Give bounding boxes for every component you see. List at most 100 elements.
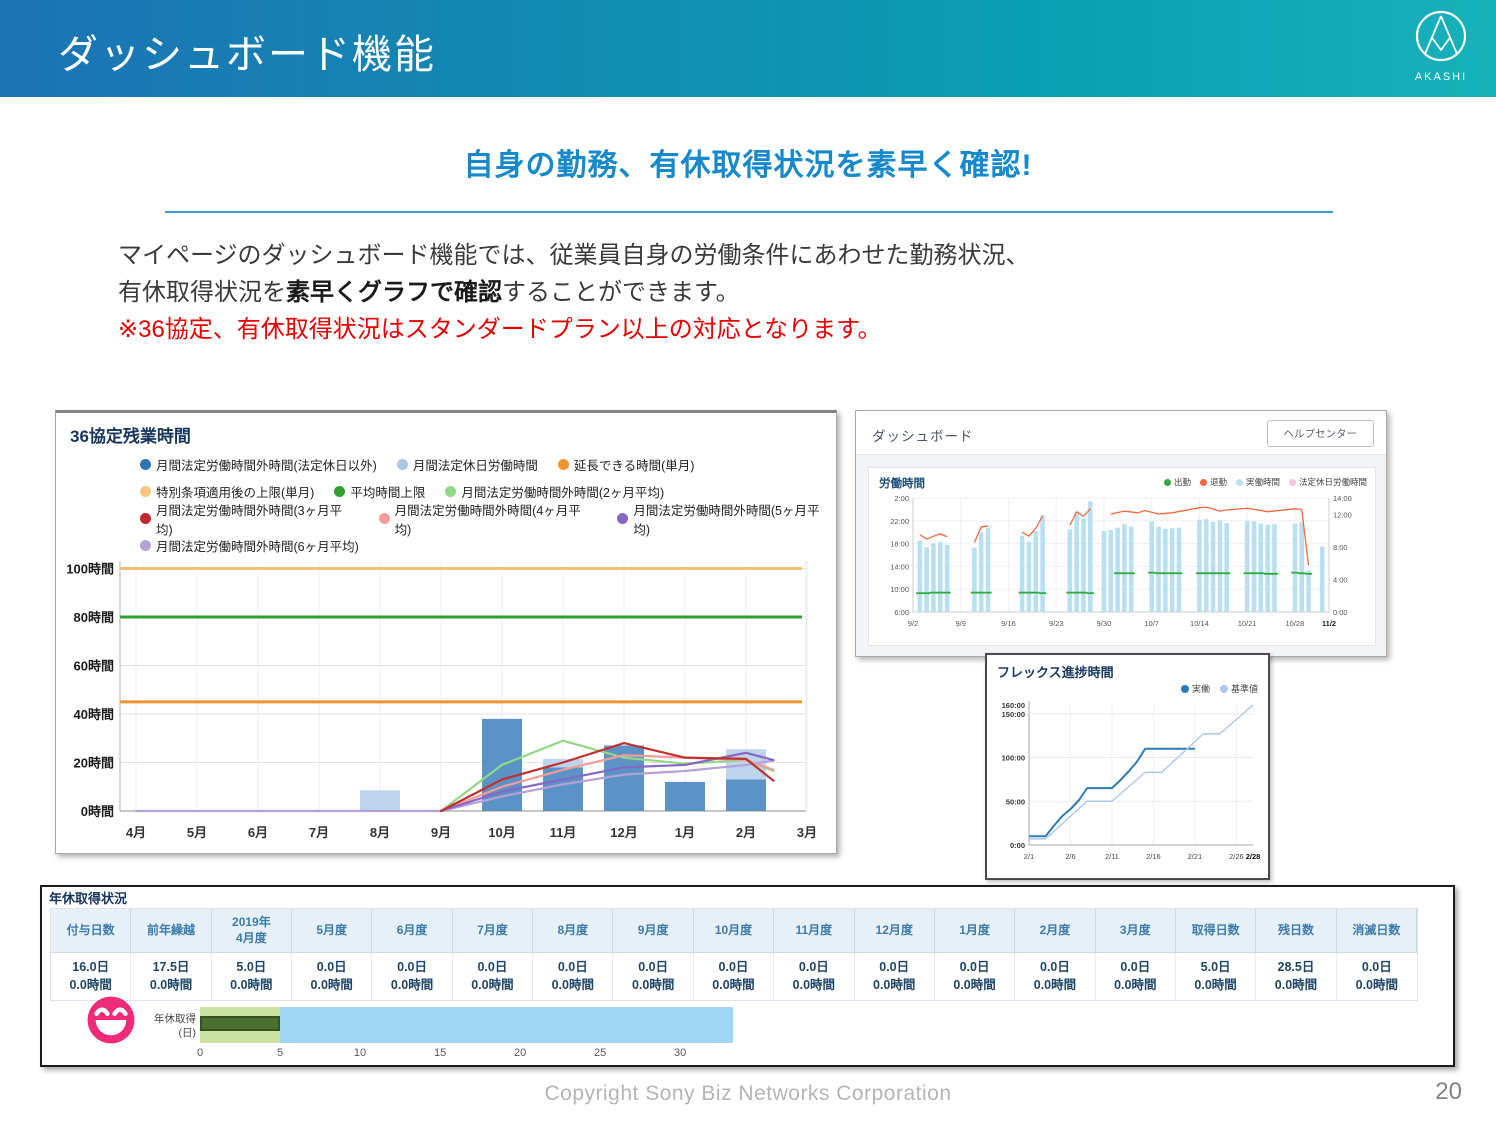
svg-text:150:00: 150:00	[1002, 710, 1025, 719]
svg-text:6月: 6月	[248, 825, 268, 840]
vacation-col-header: 2月度	[1015, 909, 1095, 953]
vacation-cell: 17.5日0.0時間	[131, 953, 211, 1000]
vacation-days-value: 5.0日	[1178, 959, 1253, 977]
gauge-tick-label: 5	[277, 1047, 283, 1059]
svg-text:22:00: 22:00	[890, 517, 909, 526]
vacation-col-header: 取得日数	[1176, 909, 1256, 953]
legend-item: 出勤	[1164, 476, 1191, 488]
vacation-table: 付与日数前年繰越2019年 4月度5月度6月度7月度8月度9月度10月度11月度…	[50, 908, 1418, 1001]
svg-text:10/21: 10/21	[1238, 619, 1257, 628]
vacation-col-header: 2019年 4月度	[212, 909, 292, 953]
akashi-logo: AKASHI	[1402, 8, 1480, 92]
vacation-status-panel: 年休取得状況 付与日数前年繰越2019年 4月度5月度6月度7月度8月度9月度1…	[40, 885, 1455, 1067]
vacation-cell: 28.5日0.0時間	[1256, 953, 1336, 1000]
intro-line2-post: することができます。	[502, 279, 740, 306]
vacation-cell: 0.0日0.0時間	[774, 953, 854, 1000]
vacation-hours-value: 0.0時間	[294, 977, 369, 995]
vacation-col-header: 11月度	[774, 909, 854, 953]
vacation-cell: 0.0日0.0時間	[1096, 953, 1176, 1000]
svg-text:10/28: 10/28	[1286, 619, 1305, 628]
vacation-col-header: 8月度	[533, 909, 613, 953]
vacation-days-value: 16.0日	[53, 959, 128, 977]
vacation-gauge	[200, 1007, 733, 1043]
legend-dot-icon	[1181, 685, 1189, 693]
legend-label: 実働時間	[1246, 476, 1280, 488]
svg-text:11/2: 11/2	[1322, 619, 1336, 628]
flex-progress-legend: 実働基準値	[1181, 682, 1258, 695]
vacation-hours-value: 0.0時間	[133, 977, 208, 995]
svg-text:2/6: 2/6	[1065, 852, 1075, 861]
svg-text:10/14: 10/14	[1190, 619, 1209, 628]
working-hours-chart: 2:0022:0018:0014:0010:006:009/29/99/169/…	[869, 494, 1375, 642]
vacation-cell: 0.0日0.0時間	[533, 953, 613, 1000]
vacation-cell: 0.0日0.0時間	[855, 953, 935, 1000]
vacation-hours-value: 0.0時間	[1339, 977, 1415, 995]
vacation-cell: 0.0日0.0時間	[292, 953, 372, 1000]
svg-text:0時間: 0時間	[81, 804, 114, 819]
svg-text:9月: 9月	[431, 825, 451, 840]
vacation-cell: 5.0日0.0時間	[212, 953, 292, 1000]
gauge-label: 年休取得 (日)	[138, 1013, 196, 1040]
vacation-cell: 0.0日0.0時間	[694, 953, 774, 1000]
vacation-hours-value: 0.0時間	[1098, 977, 1173, 995]
vacation-days-value: 0.0日	[1339, 959, 1415, 977]
heading-divider	[165, 211, 1333, 213]
vacation-col-header: 残日数	[1256, 909, 1336, 953]
vacation-cell: 0.0日0.0時間	[453, 953, 533, 1000]
intro-line1: マイページのダッシュボード機能では、従業員自身の労働条件にあわせた勤務状況、	[118, 242, 1030, 269]
gauge-tick-label: 0	[197, 1047, 203, 1059]
flex-progress-panel: フレックス進捗時間 実働基準値 0:0050:00100:00150:00160…	[985, 653, 1270, 880]
legend-item: 法定休日労働時間	[1289, 476, 1367, 488]
vacation-hours-value: 0.0時間	[374, 977, 449, 995]
akashi-logo-icon	[1409, 8, 1473, 68]
vacation-gauge-axis: 051015202530	[42, 1047, 1453, 1061]
copyright-text: Copyright Sony Biz Networks Corporation	[0, 1082, 1496, 1106]
vacation-cell: 0.0日0.0時間	[935, 953, 1015, 1000]
vacation-days-value: 0.0日	[455, 959, 530, 977]
svg-text:2/1: 2/1	[1024, 852, 1034, 861]
svg-text:2:00: 2:00	[894, 494, 909, 503]
svg-text:4月: 4月	[126, 825, 146, 840]
dashboard-title: ダッシュボード	[872, 425, 974, 445]
vacation-hours-value: 0.0時間	[937, 977, 1012, 995]
svg-text:9/30: 9/30	[1097, 619, 1112, 628]
vacation-col-header: 1月度	[935, 909, 1015, 953]
vacation-cell: 5.0日0.0時間	[1176, 953, 1256, 1000]
vacation-days-value: 0.0日	[937, 959, 1012, 977]
intro-line2-pre: 有休取得状況を	[118, 279, 286, 306]
intro-paragraph: マイページのダッシュボード機能では、従業員自身の労働条件にあわせた勤務状況、 有…	[118, 237, 1030, 348]
svg-text:9/23: 9/23	[1049, 619, 1064, 628]
svg-text:4:00: 4:00	[1333, 575, 1348, 584]
vacation-days-value: 0.0日	[776, 959, 851, 977]
vacation-col-header: 3月度	[1096, 909, 1176, 953]
akashi-logo-text: AKASHI	[1402, 71, 1480, 83]
plan-note: ※36協定、有休取得状況はスタンダードプラン以上の対応となります。	[118, 316, 882, 343]
svg-text:8:00: 8:00	[1333, 543, 1348, 552]
vacation-hours-value: 0.0時間	[53, 977, 128, 995]
gauge-blue-zone	[280, 1007, 733, 1043]
help-center-button[interactable]: ヘルプセンター	[1267, 420, 1375, 447]
vacation-hours-value: 0.0時間	[615, 977, 690, 995]
slide: ダッシュボード機能 AKASHI 自身の勤務、有休取得状況を素早く確認! マイペ…	[0, 0, 1496, 1125]
gauge-tick-label: 30	[674, 1047, 686, 1059]
svg-text:5月: 5月	[187, 825, 207, 840]
svg-text:3月: 3月	[797, 825, 817, 840]
svg-text:2/21: 2/21	[1188, 852, 1203, 861]
slide-header: ダッシュボード機能 AKASHI	[0, 0, 1496, 97]
legend-item: 実働	[1181, 682, 1210, 695]
gauge-label-line2: (日)	[179, 1027, 197, 1039]
svg-text:10:00: 10:00	[890, 585, 909, 594]
svg-text:80時間: 80時間	[74, 610, 114, 625]
legend-label: 実働	[1192, 682, 1210, 695]
svg-text:1月: 1月	[675, 825, 695, 840]
smiley-face-icon	[84, 993, 138, 1047]
vacation-days-value: 28.5日	[1258, 959, 1333, 977]
gauge-tick-label: 25	[594, 1047, 606, 1059]
svg-text:100時間: 100時間	[66, 562, 114, 577]
vacation-cell: 0.0日0.0時間	[1337, 953, 1417, 1000]
gauge-tick-label: 15	[434, 1047, 446, 1059]
vacation-days-value: 0.0日	[374, 959, 449, 977]
slide-heading: 自身の勤務、有休取得状況を素早く確認!	[0, 140, 1496, 184]
vacation-hours-value: 0.0時間	[214, 977, 289, 995]
svg-text:2/26: 2/26	[1229, 852, 1244, 861]
